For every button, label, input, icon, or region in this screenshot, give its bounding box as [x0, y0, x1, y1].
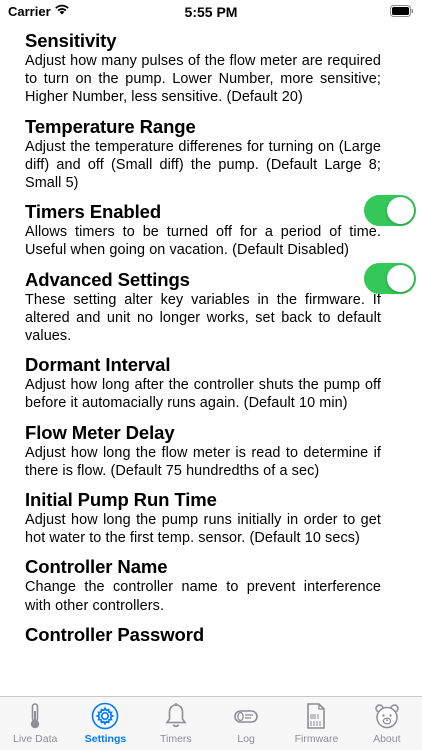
section-description: Adjust how long after the controller shu…: [25, 377, 381, 412]
battery-icon: [390, 5, 414, 20]
gear-icon: [92, 702, 119, 730]
bell-icon: [165, 703, 187, 728]
toggle-knob: [387, 197, 414, 225]
temperature-range-section[interactable]: Temperature Range Adjust the temperature…: [25, 116, 381, 193]
tab-live-data[interactable]: Live Data: [0, 697, 70, 750]
section-description: These setting alter key variables in the…: [25, 291, 381, 345]
section-description: Adjust how long the flow meter is read t…: [25, 444, 381, 479]
tab-about[interactable]: About: [352, 697, 422, 750]
section-title: Initial Pump Run Time: [25, 489, 217, 511]
advanced-settings-toggle[interactable]: [364, 262, 416, 294]
section-description: Allows timers to be turned off for a per…: [25, 224, 381, 259]
firmware-file-icon: [307, 703, 326, 729]
timers-enabled-section: Timers Enabled Allows timers to be turne…: [25, 195, 416, 259]
tab-label: Live Data: [12, 733, 58, 745]
settings-list[interactable]: Sensitivity Adjust how many pulses of th…: [25, 30, 416, 655]
log-icon: [234, 710, 258, 723]
tab-label: Timers: [159, 733, 192, 745]
tab-timers[interactable]: Timers: [141, 697, 211, 750]
status-time: 5:55 PM: [184, 4, 238, 20]
section-title: Advanced Settings: [25, 268, 190, 290]
section-title: Controller Password: [25, 623, 205, 645]
tab-label: Settings: [84, 733, 127, 745]
bear-icon: [375, 704, 399, 729]
tab-firmware[interactable]: Firmware: [281, 697, 351, 750]
section-title: Temperature Range: [25, 115, 196, 137]
sensitivity-section[interactable]: Sensitivity Adjust how many pulses of th…: [25, 30, 381, 107]
tab-bar: Live Data Settings Timers Log Firmware A…: [0, 696, 422, 750]
tab-settings[interactable]: Settings: [70, 697, 140, 750]
section-title: Flow Meter Delay: [25, 421, 175, 443]
toggle-knob: [387, 264, 414, 292]
tab-label: Log: [237, 733, 255, 745]
section-title: Dormant Interval: [25, 354, 171, 376]
section-description: Adjust how long the pump runs initially …: [25, 512, 381, 547]
tab-log[interactable]: Log: [211, 697, 281, 750]
section-description: Adjust how many pulses of the flow meter…: [25, 53, 381, 106]
initial-pump-run-time-section[interactable]: Initial Pump Run Time Adjust how long th…: [25, 489, 381, 547]
dormant-interval-section[interactable]: Dormant Interval Adjust how long after t…: [25, 354, 381, 412]
status-bar: Carrier 5:55 PM: [0, 0, 422, 24]
advanced-settings-section: Advanced Settings These setting alter ke…: [25, 262, 416, 346]
section-title: Timers Enabled: [25, 201, 162, 223]
controller-name-section[interactable]: Controller Name Change the controller na…: [25, 556, 381, 614]
section-title: Controller Name: [25, 556, 168, 578]
flow-meter-delay-section[interactable]: Flow Meter Delay Adjust how long the flo…: [25, 422, 381, 480]
tab-label: About: [373, 733, 401, 745]
section-description: Adjust the temperature differenes for tu…: [25, 138, 381, 192]
controller-password-section[interactable]: Controller Password: [25, 624, 381, 646]
thermometer-icon: [30, 703, 40, 729]
tab-label: Firmware: [294, 733, 339, 745]
section-description: Change the controller name to prevent in…: [25, 579, 381, 614]
section-title: Sensitivity: [25, 30, 117, 51]
timers-enabled-toggle[interactable]: [364, 195, 416, 227]
